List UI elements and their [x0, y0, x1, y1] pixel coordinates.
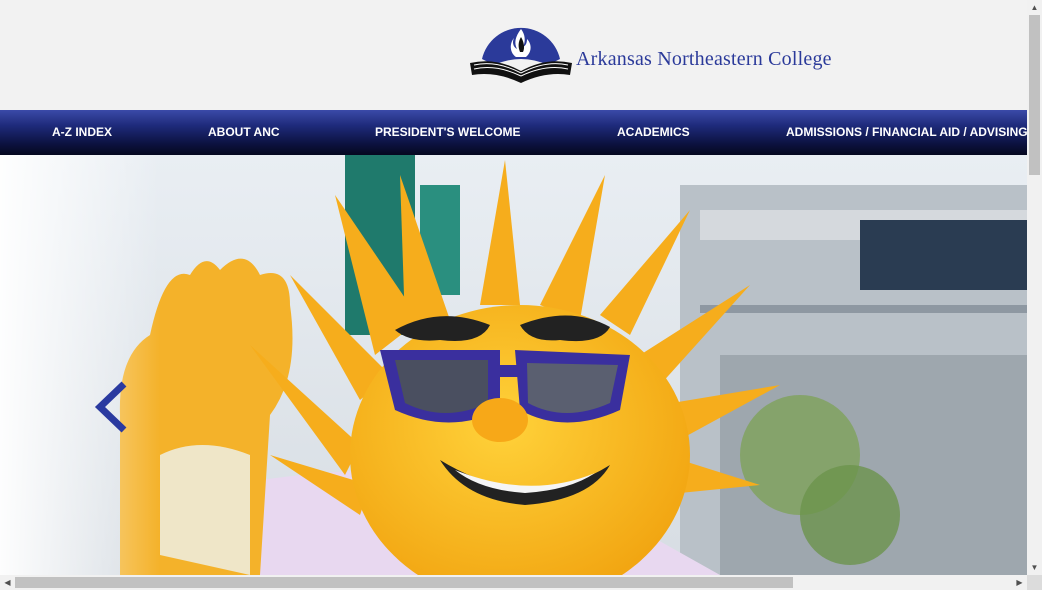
vertical-scrollbar[interactable]: ▲ ▼	[1027, 0, 1042, 575]
scroll-left-icon[interactable]: ◀	[0, 575, 15, 590]
nav-item-presidents-welcome[interactable]: PRESIDENT'S WELCOME	[375, 110, 521, 155]
nav-item-admissions-financial-aid-advising[interactable]: ADMISSIONS / FINANCIAL AID / ADVISING	[786, 110, 1027, 155]
scroll-up-icon[interactable]: ▲	[1027, 0, 1042, 15]
horizontal-scrollbar[interactable]: ◀ ▶	[0, 575, 1027, 590]
main-navigation: A-Z INDEX ABOUT ANC PRESIDENT'S WELCOME …	[0, 110, 1027, 155]
page: Arkansas Northeastern College A-Z INDEX …	[0, 0, 1027, 575]
nav-item-about-anc[interactable]: ABOUT ANC	[208, 110, 280, 155]
site-header: Arkansas Northeastern College	[0, 0, 1027, 110]
nav-item-az-index[interactable]: A-Z INDEX	[52, 110, 112, 155]
hero-carousel	[0, 155, 1027, 575]
book-flame-emblem	[470, 27, 572, 83]
scrollbar-corner	[1027, 575, 1042, 590]
mascot-photo	[0, 155, 1027, 575]
scroll-down-icon[interactable]: ▼	[1027, 560, 1042, 575]
vertical-scroll-thumb[interactable]	[1029, 15, 1040, 175]
college-name: Arkansas Northeastern College	[576, 48, 832, 70]
horizontal-scroll-thumb[interactable]	[15, 577, 793, 588]
college-logo[interactable]: Arkansas Northeastern College	[468, 15, 858, 90]
chevron-left-icon[interactable]	[92, 380, 132, 434]
nav-item-academics[interactable]: ACADEMICS	[617, 110, 690, 155]
scroll-right-icon[interactable]: ▶	[1012, 575, 1027, 590]
